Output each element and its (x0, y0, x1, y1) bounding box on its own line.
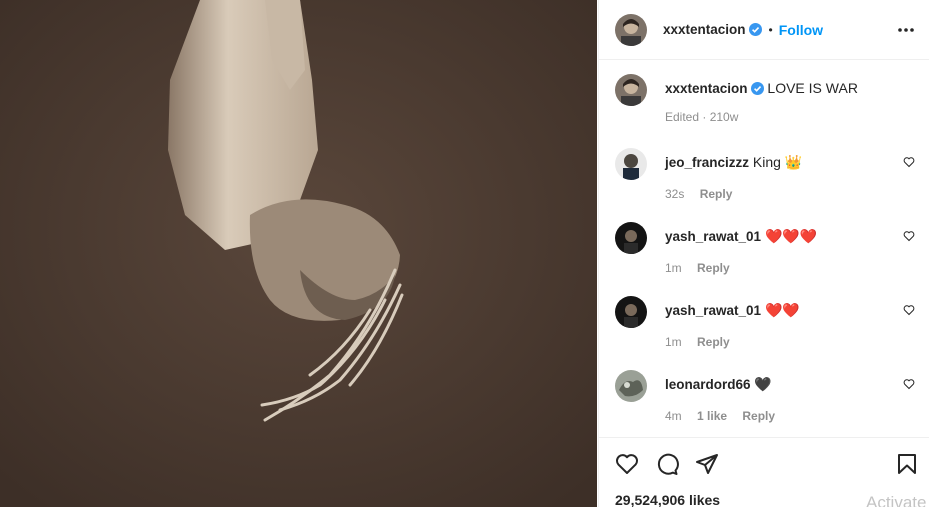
like-comment-icon[interactable] (903, 378, 915, 390)
reply-button[interactable]: Reply (742, 409, 775, 423)
reply-button[interactable]: Reply (697, 335, 730, 349)
verified-icon (750, 82, 764, 95)
verified-icon (748, 23, 762, 36)
like-comment-icon[interactable] (903, 230, 915, 242)
activate-watermark: Activate (866, 493, 927, 507)
follow-button[interactable]: Follow (779, 22, 823, 38)
post-header: xxxtentacion • Follow (599, 0, 929, 60)
comment-text: King 👑 (752, 154, 803, 170)
comment-text: ❤️❤️❤️ (764, 228, 818, 244)
comment-like-count[interactable]: 1 like (697, 409, 727, 423)
share-icon[interactable] (695, 452, 719, 476)
comment-username[interactable]: leonardord66 (665, 377, 751, 392)
reply-button[interactable]: Reply (700, 187, 733, 201)
like-comment-icon[interactable] (903, 304, 915, 316)
heart-icon[interactable] (615, 452, 639, 476)
comment-icon[interactable] (655, 452, 679, 476)
comment-time: 1m (665, 261, 682, 275)
author-avatar[interactable] (615, 13, 647, 46)
bookmark-icon[interactable] (895, 452, 919, 476)
comment-time: 1m (665, 335, 682, 349)
caption-username[interactable]: xxxtentacion (665, 81, 748, 96)
comment-username[interactable]: yash_rawat_01 (665, 303, 761, 318)
caption-meta: Edited · 210w (665, 110, 739, 124)
reply-button[interactable]: Reply (697, 261, 730, 275)
comment-time: 32s (665, 187, 685, 201)
more-options-icon[interactable] (896, 20, 916, 40)
comment-username[interactable]: yash_rawat_01 (665, 229, 761, 244)
commenter-avatar[interactable] (615, 148, 647, 180)
post-image[interactable] (0, 0, 597, 507)
commenter-avatar[interactable] (615, 296, 647, 328)
comment-username[interactable]: jeo_francizzz (665, 155, 749, 170)
post-photo (0, 0, 597, 507)
like-comment-icon[interactable] (903, 156, 915, 168)
post-sidebar: xxxtentacion • Follow xxxtentacion LOVE … (598, 0, 929, 507)
commenter-avatar[interactable] (615, 370, 647, 402)
commenter-avatar[interactable] (615, 222, 647, 254)
comment-time: 4m (665, 409, 682, 423)
likes-count[interactable]: 29,524,906 likes (615, 492, 720, 507)
caption-text: LOVE IS WAR (767, 80, 858, 96)
comment-text: 🖤 (754, 376, 772, 392)
author-username[interactable]: xxxtentacion (663, 22, 746, 37)
post-actions: 29,524,906 likes Activate (599, 437, 929, 507)
header-separator: • (768, 22, 773, 37)
caption-avatar[interactable] (615, 74, 647, 106)
comment-text: ❤️❤️ (764, 302, 800, 318)
